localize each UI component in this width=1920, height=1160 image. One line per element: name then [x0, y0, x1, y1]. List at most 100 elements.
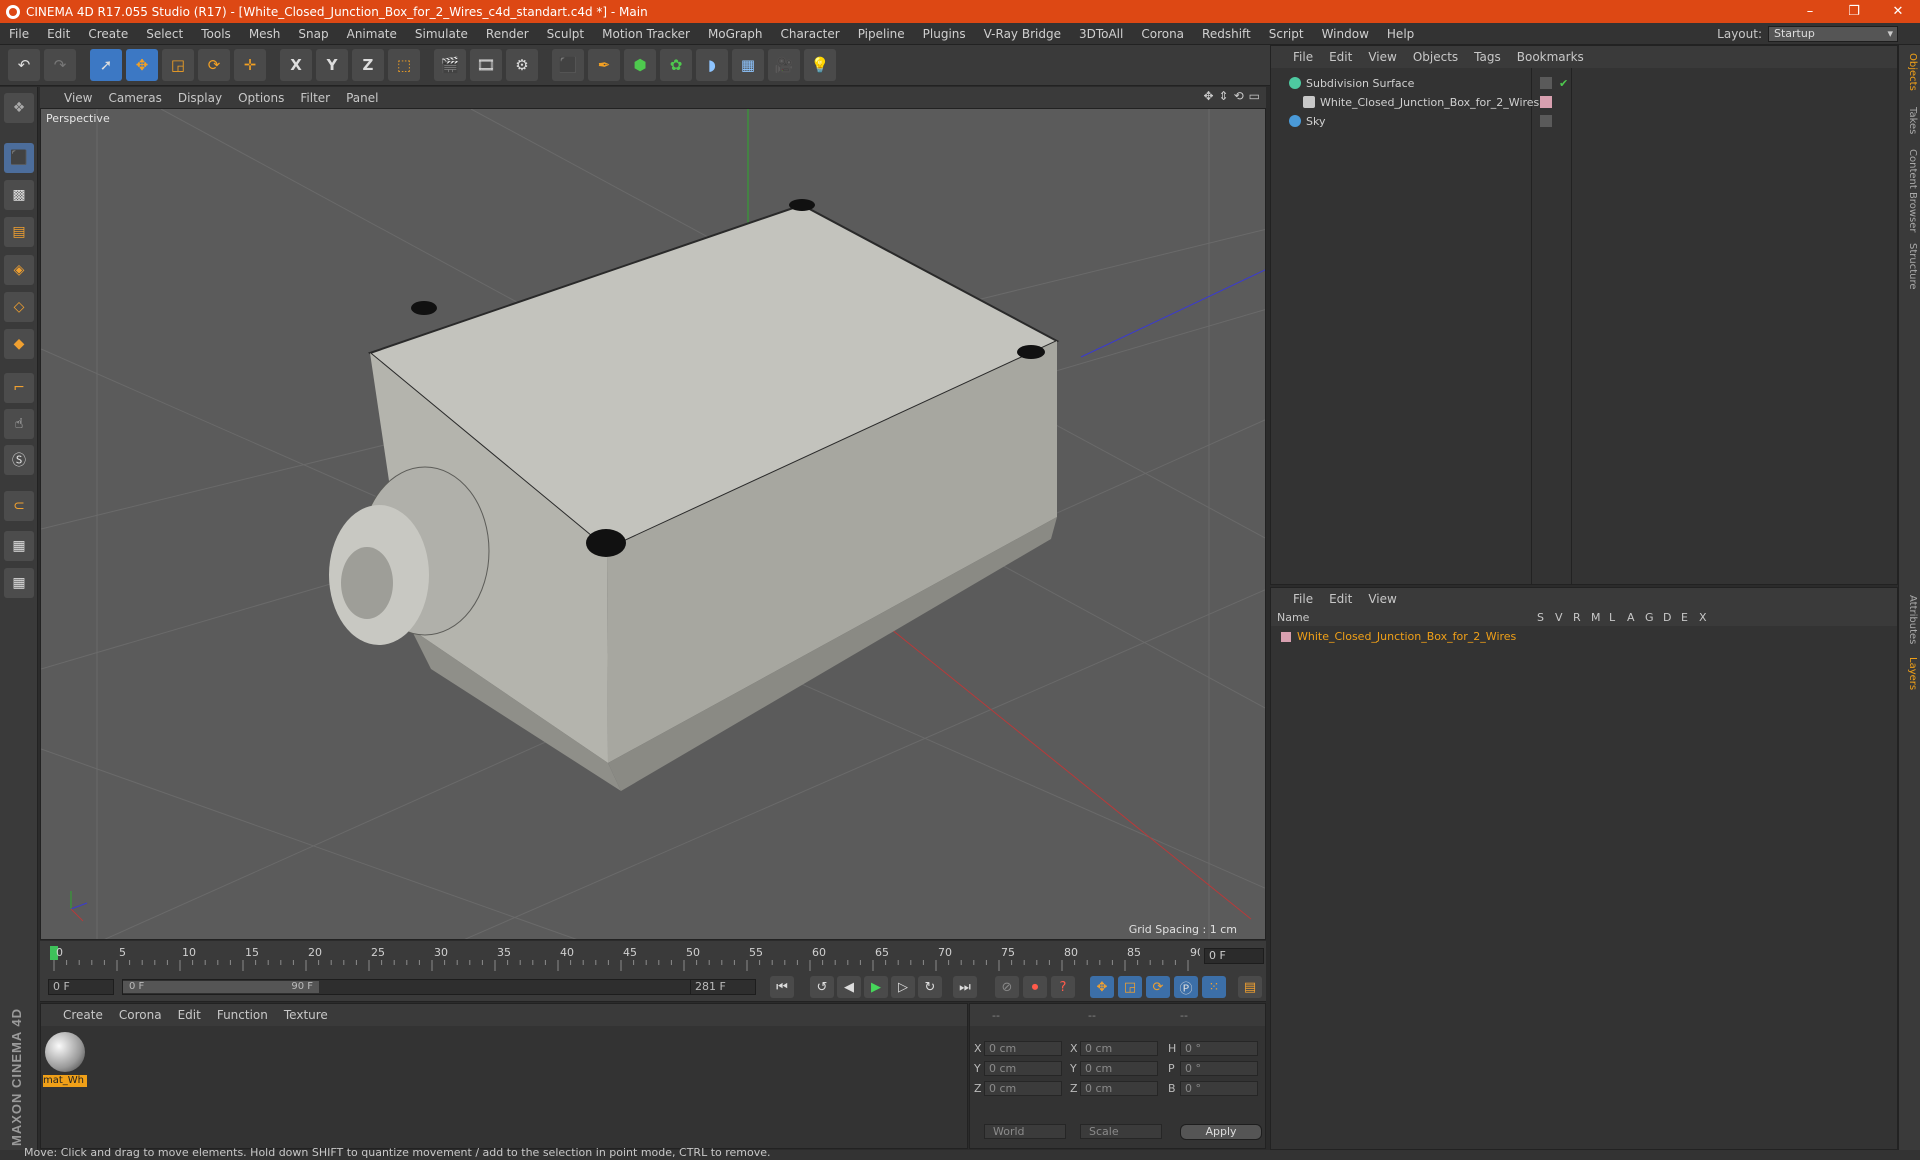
menu-simulate[interactable]: Simulate — [406, 27, 477, 41]
objects-menu-edit[interactable]: Edit — [1321, 50, 1360, 64]
menu-tools[interactable]: Tools — [192, 27, 240, 41]
model-mode-icon[interactable]: ⬛ — [4, 143, 34, 173]
maximize-view-icon[interactable]: ▭ — [1249, 89, 1260, 103]
minimize-button[interactable]: – — [1788, 4, 1832, 19]
menu-3dtoall[interactable]: 3DToAll — [1070, 27, 1132, 41]
menu-file[interactable]: File — [0, 27, 38, 41]
edges-mode-icon[interactable]: ◇ — [4, 292, 34, 322]
redo-icon[interactable]: ↷ — [44, 49, 76, 81]
visibility-toggle[interactable] — [1540, 77, 1552, 89]
material-name[interactable]: mat_Wh — [43, 1075, 87, 1087]
undo-icon[interactable]: ↶ — [8, 49, 40, 81]
objects-menu-objects[interactable]: Objects — [1405, 50, 1466, 64]
menu-pipeline[interactable]: Pipeline — [849, 27, 914, 41]
param-key-icon[interactable]: Ⓟ — [1174, 976, 1198, 998]
coordinate-mode-dropdown[interactable]: World — [984, 1124, 1066, 1139]
cube-icon[interactable]: ⬛ — [552, 49, 584, 81]
menu-plugins[interactable]: Plugins — [914, 27, 975, 41]
object-row-sky[interactable]: Sky — [1275, 112, 1895, 130]
timeline-ruler[interactable]: 0 5 10 15 20 25 30 35 40 45 50 55 60 65 70 75 80 85 90 0 F — [40, 941, 1266, 972]
play-icon[interactable]: ▶ — [864, 976, 888, 998]
workplane-mode-icon[interactable]: ▤ — [4, 217, 34, 247]
make-editable-icon[interactable]: ❖ — [4, 93, 34, 123]
menu-character[interactable]: Character — [771, 27, 848, 41]
render-view-icon[interactable]: 🎬 — [434, 49, 466, 81]
next-key-icon[interactable]: ↻ — [918, 976, 942, 998]
tab-layers[interactable]: Layers — [1902, 657, 1918, 690]
size-mode-dropdown[interactable]: Scale — [1080, 1124, 1162, 1139]
rotation-p-field[interactable]: 0 ° — [1180, 1061, 1258, 1076]
menu-help[interactable]: Help — [1378, 27, 1423, 41]
light-icon[interactable]: 💡 — [804, 49, 836, 81]
layer-color-swatch[interactable] — [1281, 631, 1291, 642]
camera-icon[interactable]: 🎥 — [768, 49, 800, 81]
previous-key-icon[interactable]: ↺ — [810, 976, 834, 998]
objects-menu-tags[interactable]: Tags — [1466, 50, 1509, 64]
viewport-menu-filter[interactable]: Filter — [292, 91, 338, 105]
rotate-view-icon[interactable]: ⟲ — [1234, 89, 1244, 103]
z-axis-icon[interactable]: Z — [352, 49, 384, 81]
material-menu-texture[interactable]: Texture — [276, 1008, 336, 1022]
size-y-field[interactable]: 0 cm — [1080, 1061, 1158, 1076]
render-settings-icon[interactable]: ⚙ — [506, 49, 538, 81]
start-frame-field[interactable]: 0 F — [48, 979, 114, 995]
menu-create[interactable]: Create — [79, 27, 137, 41]
menu-window[interactable]: Window — [1313, 27, 1378, 41]
menu-edit[interactable]: Edit — [38, 27, 79, 41]
objects-menu-bookmarks[interactable]: Bookmarks — [1509, 50, 1592, 64]
viewport-menu-options[interactable]: Options — [230, 91, 292, 105]
menu-script[interactable]: Script — [1260, 27, 1313, 41]
deformer-icon[interactable]: ◗ — [696, 49, 728, 81]
tab-attributes[interactable]: Attributes — [1902, 595, 1918, 644]
frame-range-slider[interactable]: 0 F 90 F — [122, 979, 722, 995]
tab-content-browser[interactable]: Content Browser — [1902, 149, 1918, 232]
subdivision-icon[interactable]: ⬢ — [624, 49, 656, 81]
current-frame-field[interactable]: 0 F — [1204, 948, 1264, 964]
timeline-window-icon[interactable]: ▤ — [1238, 976, 1262, 998]
solo-mode-icon[interactable]: Ⓢ — [4, 445, 34, 475]
layout-dropdown[interactable]: Startup — [1768, 26, 1898, 42]
coordinate-system-icon[interactable]: ⬚ — [388, 49, 420, 81]
tab-takes[interactable]: Takes — [1902, 107, 1918, 134]
rotate-icon[interactable]: ⟳ — [198, 49, 230, 81]
floor-icon[interactable]: ▦ — [732, 49, 764, 81]
scale-icon[interactable]: ◲ — [162, 49, 194, 81]
layers-menu-file[interactable]: File — [1285, 592, 1321, 606]
menu-redshift[interactable]: Redshift — [1193, 27, 1260, 41]
material-menu-edit[interactable]: Edit — [170, 1008, 209, 1022]
live-select-icon[interactable]: ✛ — [234, 49, 266, 81]
previous-frame-icon[interactable]: ◀ — [837, 976, 861, 998]
axis-mode-icon[interactable]: ⌐ — [4, 373, 34, 403]
object-row-subdivision-surface[interactable]: Subdivision Surface ✔ — [1275, 74, 1895, 92]
viewport-menu-view[interactable]: View — [56, 91, 100, 105]
menu-mograph[interactable]: MoGraph — [699, 27, 772, 41]
pla-key-icon[interactable]: ⁙ — [1202, 976, 1226, 998]
objects-menu-view[interactable]: View — [1360, 50, 1404, 64]
object-row-junction-box[interactable]: White_Closed_Junction_Box_for_2_Wires — [1275, 93, 1895, 111]
menu-snap[interactable]: Snap — [289, 27, 337, 41]
viewport-menu-cameras[interactable]: Cameras — [100, 91, 169, 105]
polygons-mode-icon[interactable]: ◆ — [4, 329, 34, 359]
objects-menu-file[interactable]: File — [1285, 50, 1321, 64]
array-icon[interactable]: ✿ — [660, 49, 692, 81]
points-mode-icon[interactable]: ◈ — [4, 255, 34, 285]
tab-structure[interactable]: Structure — [1902, 243, 1918, 290]
menu-sculpt[interactable]: Sculpt — [538, 27, 593, 41]
tweak-mode-icon[interactable]: ☝ — [4, 409, 34, 439]
y-axis-icon[interactable]: Y — [316, 49, 348, 81]
keyframe-icon[interactable]: ⊘ — [995, 976, 1019, 998]
rotate-key-icon[interactable]: ⟳ — [1146, 976, 1170, 998]
apply-button[interactable]: Apply — [1180, 1124, 1262, 1140]
pen-icon[interactable]: ✒ — [588, 49, 620, 81]
menu-animate[interactable]: Animate — [338, 27, 406, 41]
position-z-field[interactable]: 0 cm — [984, 1081, 1062, 1096]
material-menu-corona[interactable]: Corona — [111, 1008, 170, 1022]
enabled-check-icon[interactable]: ✔ — [1559, 77, 1568, 90]
material-preview-ball[interactable] — [45, 1032, 85, 1072]
size-x-field[interactable]: 0 cm — [1080, 1041, 1158, 1056]
material-menu-function[interactable]: Function — [209, 1008, 276, 1022]
planar-workplane-icon[interactable]: ▦ — [4, 568, 34, 598]
menu-vray-bridge[interactable]: V-Ray Bridge — [975, 27, 1070, 41]
close-button[interactable]: ✕ — [1876, 4, 1920, 19]
material-menu-create[interactable]: Create — [55, 1008, 111, 1022]
